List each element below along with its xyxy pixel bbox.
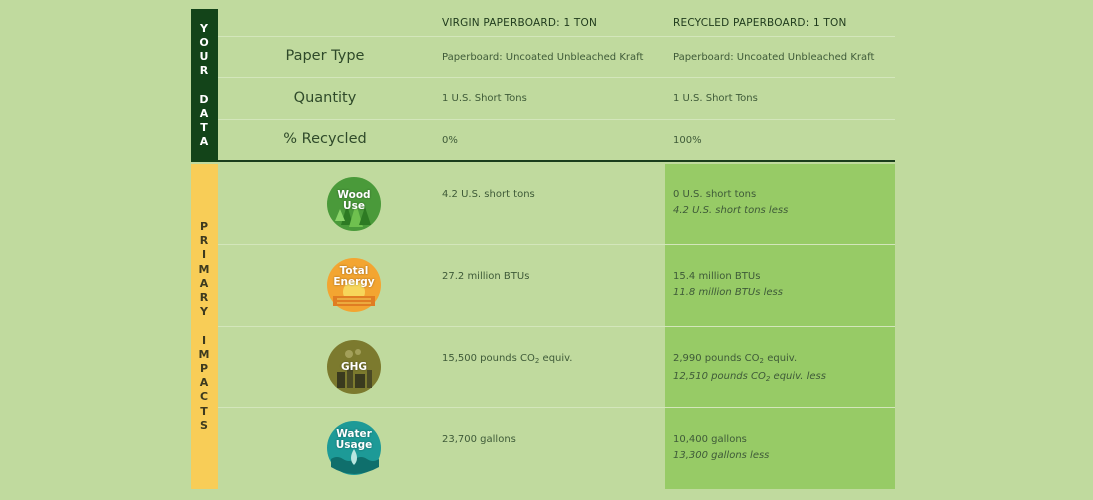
impact-row-ghg: GHG 15,500 pounds CO2 equiv. 2,990 pound… bbox=[218, 327, 895, 408]
side-letter: T bbox=[200, 121, 209, 134]
side-letter: S bbox=[200, 418, 209, 432]
side-letter: Y bbox=[200, 305, 209, 319]
side-letter: Y bbox=[200, 21, 209, 35]
side-letter: M bbox=[198, 347, 211, 361]
virgin-value: 1 U.S. Short Tons bbox=[442, 93, 527, 104]
side-letter: C bbox=[199, 390, 210, 404]
recycled-value: 1 U.S. Short Tons bbox=[673, 93, 758, 104]
side-letter: O bbox=[199, 35, 210, 49]
table-row: % Recycled 0% 100% bbox=[218, 120, 895, 160]
side-letter: M bbox=[198, 262, 211, 276]
your-data-sidebar: Y O U R D A T A bbox=[191, 9, 218, 162]
factory-icon: GHG bbox=[327, 340, 381, 394]
side-letter: R bbox=[199, 234, 210, 248]
water-drop-icon: Water Usage bbox=[327, 421, 381, 475]
side-letter: D bbox=[199, 92, 210, 106]
co2-unit: equiv. bbox=[764, 353, 798, 364]
side-letter: P bbox=[199, 219, 210, 233]
virgin-value: 4.2 U.S. short tons bbox=[442, 189, 535, 200]
co2-unit: equiv. bbox=[539, 353, 573, 364]
header-row: VIRGIN PAPERBOARD: 1 TON RECYCLED PAPERB… bbox=[218, 9, 895, 37]
savings-amount: 4.2 U.S. short tons less bbox=[673, 205, 789, 216]
side-letter: R bbox=[199, 291, 210, 304]
icon-label: Energy bbox=[333, 276, 375, 288]
savings-amount: 12,510 pounds CO2 equiv. less bbox=[673, 369, 826, 387]
side-letter: P bbox=[199, 362, 210, 375]
recycled-value: Paperboard: Uncoated Unbleached Kraft bbox=[673, 52, 875, 63]
side-letter: I bbox=[201, 333, 208, 347]
savings-amount: 13,300 gallons less bbox=[673, 450, 770, 461]
recycled-amount: 0 U.S. short tons bbox=[673, 189, 757, 200]
side-letter: A bbox=[199, 135, 210, 149]
recycled-column-header: RECYCLED PAPERBOARD: 1 TON bbox=[673, 17, 847, 29]
table-row: Paper Type Paperboard: Uncoated Unbleach… bbox=[218, 37, 895, 78]
sun-icon: Total Energy bbox=[327, 258, 381, 312]
recycled-amount: 15.4 million BTUs bbox=[673, 271, 761, 282]
recycled-value: 15.4 million BTUs 11.8 million BTUs less bbox=[673, 269, 783, 301]
side-letter: A bbox=[199, 376, 210, 390]
row-label: Quantity bbox=[293, 90, 357, 106]
side-letter: T bbox=[200, 404, 209, 418]
icon-label: Use bbox=[343, 200, 365, 212]
recycled-amount: 10,400 gallons bbox=[673, 434, 747, 445]
co2-text: 12,510 pounds CO bbox=[673, 371, 766, 382]
row-label: Paper Type bbox=[285, 48, 365, 64]
table-row: Quantity 1 U.S. Short Tons 1 U.S. Short … bbox=[218, 78, 895, 120]
impact-row-water: Water Usage 23,700 gallons 10,400 gallon… bbox=[218, 408, 895, 489]
row-label: % Recycled bbox=[283, 131, 367, 147]
side-letter: I bbox=[201, 248, 208, 262]
co2-unit: equiv. less bbox=[770, 371, 826, 382]
virgin-value: 23,700 gallons bbox=[442, 434, 516, 445]
impact-row-energy: Total Energy 27.2 million BTUs 15.4 mill… bbox=[218, 245, 895, 327]
recycled-value: 0 U.S. short tons 4.2 U.S. short tons le… bbox=[673, 187, 788, 219]
comparison-table: Y O U R D A T A P R I M A R Y I M P A C … bbox=[191, 9, 895, 489]
recycled-amount: 2,990 pounds CO2 equiv. bbox=[673, 351, 826, 369]
section-divider bbox=[218, 160, 895, 162]
side-letter: A bbox=[199, 106, 210, 120]
impact-row-wood: Wood Use 4.2 U.S. short tons 0 U.S. shor… bbox=[218, 164, 895, 245]
recycled-value: 2,990 pounds CO2 equiv. 12,510 pounds CO… bbox=[673, 351, 826, 387]
virgin-value: 27.2 million BTUs bbox=[442, 271, 530, 282]
virgin-value: 0% bbox=[442, 135, 458, 146]
side-letter: R bbox=[199, 64, 210, 78]
recycled-value: 10,400 gallons 13,300 gallons less bbox=[673, 432, 769, 464]
primary-impacts-sidebar: P R I M A R Y I M P A C T S bbox=[191, 164, 218, 489]
recycled-value: 100% bbox=[673, 135, 702, 146]
icon-label: GHG bbox=[340, 361, 368, 373]
side-letter: U bbox=[199, 50, 210, 63]
trees-icon: Wood Use bbox=[327, 177, 381, 231]
virgin-value: Paperboard: Uncoated Unbleached Kraft bbox=[442, 52, 644, 63]
side-letter: A bbox=[199, 276, 210, 290]
virgin-column-header: VIRGIN PAPERBOARD: 1 TON bbox=[442, 17, 597, 29]
icon-label: Usage bbox=[335, 439, 373, 451]
co2-text: 15,500 pounds CO bbox=[442, 353, 535, 364]
co2-text: 2,990 pounds CO bbox=[673, 353, 760, 364]
virgin-value: 15,500 pounds CO2 equiv. bbox=[442, 351, 573, 369]
savings-amount: 11.8 million BTUs less bbox=[673, 287, 783, 298]
